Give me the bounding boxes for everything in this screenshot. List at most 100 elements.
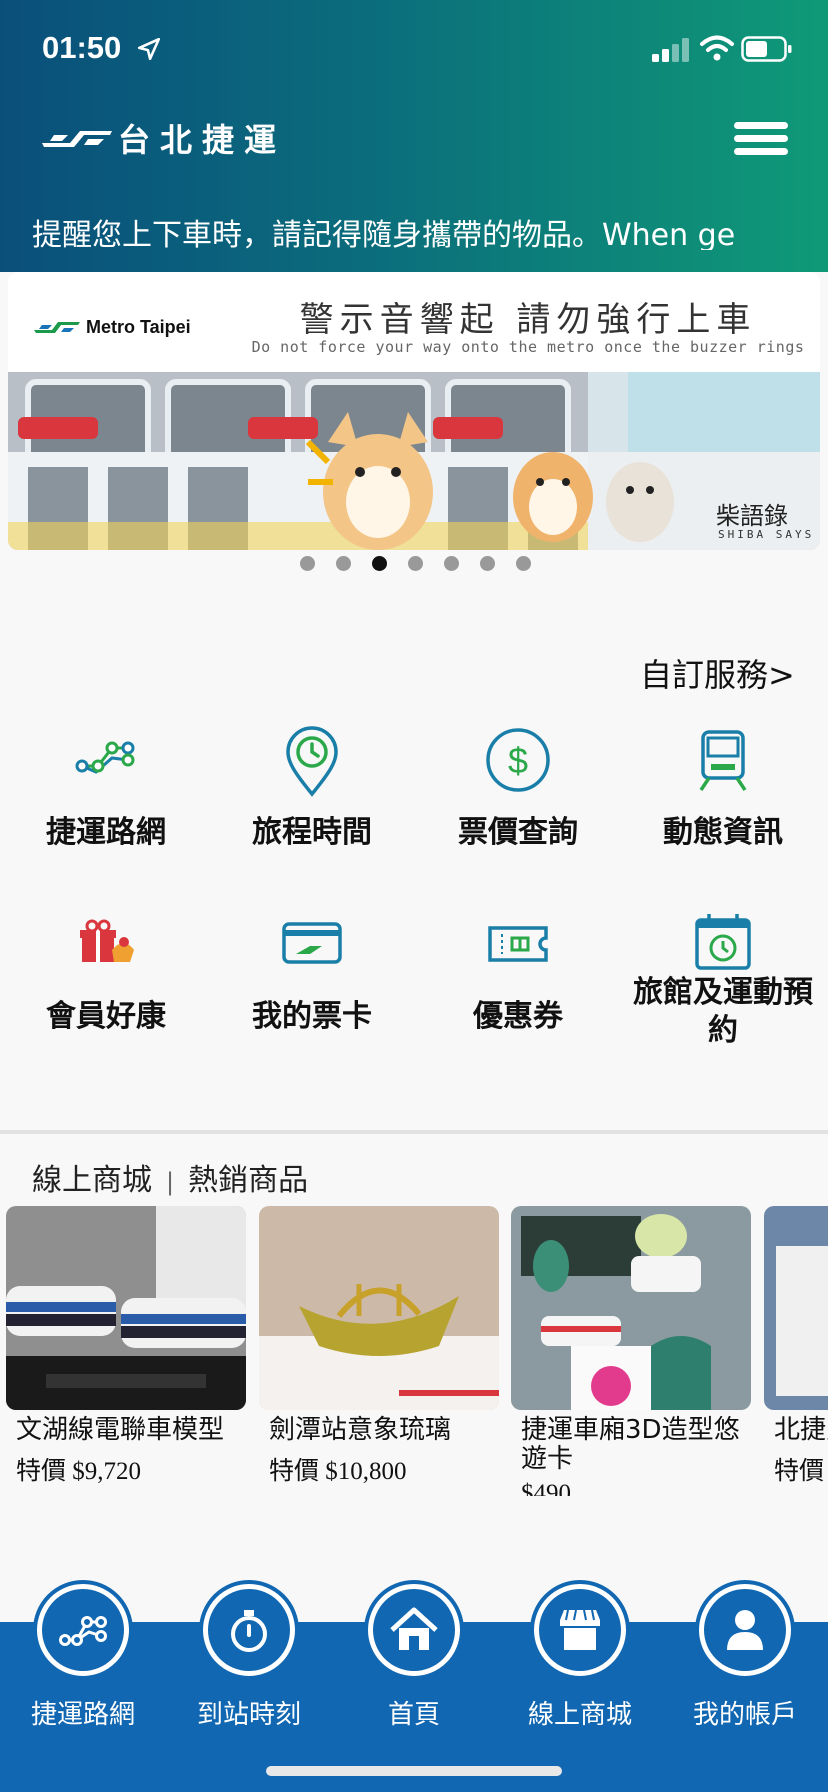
product-name: 北捷曼巴 bbox=[774, 1415, 828, 1445]
service-fare-lookup[interactable]: $ 票價查詢 bbox=[415, 722, 621, 852]
banner-illustration bbox=[8, 372, 820, 550]
banner-series-name: 柴語錄 bbox=[716, 502, 788, 530]
service-route-map[interactable]: 捷運路網 bbox=[3, 722, 209, 852]
service-trip-time[interactable]: 旅程時間 bbox=[209, 722, 415, 852]
service-label: 票價查詢 bbox=[458, 815, 578, 850]
tab-arrival-times[interactable]: 到站時刻 bbox=[166, 1580, 332, 1731]
tab-icon-ring bbox=[199, 1580, 299, 1680]
promo-banner[interactable]: Metro Taipei 警示音響起 請勿強行上車 Do not force y… bbox=[8, 272, 820, 550]
product-name: 文湖線電聯車模型 bbox=[16, 1415, 225, 1445]
banner-brand: Metro Taipei bbox=[34, 316, 191, 338]
wifi-icon bbox=[700, 35, 734, 61]
tab-icon-bg bbox=[373, 1589, 455, 1671]
service-label: 動態資訊 bbox=[663, 815, 783, 850]
carousel-dot[interactable] bbox=[408, 556, 423, 571]
tab-label: 捷運路網 bbox=[30, 1700, 135, 1730]
shop-section-title: 線上商城 | 熱銷商品 bbox=[32, 1155, 308, 1199]
carousel-indicator[interactable] bbox=[300, 556, 531, 571]
banner-brand-text: Metro Taipei bbox=[86, 316, 191, 337]
service-label: 會員好康 bbox=[46, 999, 166, 1034]
product-card[interactable]: 捷運車廂3D造型悠遊卡 $490 bbox=[511, 1206, 751, 1496]
banner-header: Metro Taipei 警示音響起 請勿強行上車 Do not force y… bbox=[8, 272, 820, 372]
tab-icon-bg bbox=[208, 1589, 290, 1671]
shop-title[interactable]: 線上商城 bbox=[32, 1163, 152, 1198]
calendar-clock-icon bbox=[695, 914, 751, 970]
service-member-perks[interactable]: 會員好康 bbox=[3, 906, 209, 1036]
dollar-icon: $ bbox=[486, 728, 550, 792]
logo-text: 台北捷運 bbox=[118, 121, 287, 159]
service-hotel-sports-booking[interactable]: 旅館及運動預約 bbox=[620, 906, 826, 1058]
tab-my-account[interactable]: 我的帳戶 bbox=[662, 1580, 828, 1731]
custom-services-link[interactable]: 自訂服務> bbox=[640, 650, 795, 696]
service-label: 旅館及運動預約 bbox=[633, 975, 813, 1048]
app-header: 01:50 台北捷運 提醒您上下車時，請記得隨身攜帶的物品。When ge bbox=[0, 0, 828, 272]
ticket-card-icon bbox=[282, 922, 342, 964]
service-label: 優惠券 bbox=[473, 999, 563, 1034]
home-indicator[interactable] bbox=[266, 1766, 562, 1776]
train-icon bbox=[699, 730, 747, 791]
metro-taipei-logo[interactable]: 台北捷運 bbox=[40, 118, 287, 159]
clock-pin-icon bbox=[286, 726, 338, 797]
product-card[interactable]: 北捷曼巴 特價 bbox=[764, 1206, 828, 1487]
home-icon bbox=[390, 1607, 438, 1650]
product-image bbox=[511, 1206, 751, 1410]
tab-icon-ring bbox=[364, 1580, 464, 1680]
cellular-signal-icon bbox=[652, 38, 689, 62]
product-price: $490 bbox=[521, 1480, 571, 1496]
route-map-icon bbox=[75, 741, 135, 774]
carousel-dot[interactable] bbox=[444, 556, 459, 571]
service-label: 旅程時間 bbox=[252, 815, 372, 850]
svg-text:$: $ bbox=[508, 740, 528, 781]
tab-icon-ring bbox=[530, 1580, 630, 1680]
service-label: 我的票卡 bbox=[252, 999, 372, 1034]
carousel-dot[interactable] bbox=[516, 556, 531, 571]
shop-title-separator: | bbox=[166, 1168, 175, 1196]
stopwatch-icon bbox=[231, 1610, 267, 1652]
tab-icon-ring bbox=[33, 1580, 133, 1680]
tab-home[interactable]: 首頁 bbox=[331, 1580, 497, 1731]
product-name: 捷運車廂3D造型悠遊卡 bbox=[521, 1415, 740, 1474]
tab-icon-ring bbox=[695, 1580, 795, 1680]
tab-label: 線上商城 bbox=[527, 1700, 632, 1730]
section-divider bbox=[0, 1130, 828, 1134]
location-arrow-icon bbox=[137, 37, 161, 61]
service-coupons[interactable]: 優惠券 bbox=[415, 906, 621, 1036]
tab-icon-bg bbox=[704, 1589, 786, 1671]
banner-series-subtitle: SHIBA SAYS bbox=[718, 528, 815, 541]
tab-label: 到站時刻 bbox=[196, 1700, 301, 1730]
product-price: 特價 $10,800 bbox=[269, 1458, 407, 1485]
carousel-dot-active[interactable] bbox=[372, 556, 387, 571]
product-image bbox=[6, 1206, 246, 1410]
product-price: 特價 bbox=[774, 1458, 825, 1485]
carousel-dot[interactable] bbox=[300, 556, 315, 571]
tab-route-map[interactable]: 捷運路網 bbox=[0, 1580, 166, 1731]
product-image bbox=[259, 1206, 499, 1410]
tab-icon-bg bbox=[539, 1589, 621, 1671]
product-name: 劍潭站意象琉璃 bbox=[269, 1415, 452, 1445]
announcement-marquee[interactable]: 提醒您上下車時，請記得隨身攜帶的物品。When ge bbox=[32, 210, 828, 250]
carousel-dot[interactable] bbox=[336, 556, 351, 571]
shop-icon bbox=[560, 1609, 600, 1650]
service-live-info[interactable]: 動態資訊 bbox=[620, 722, 826, 852]
carousel-dot[interactable] bbox=[480, 556, 495, 571]
tab-label: 我的帳戶 bbox=[692, 1700, 797, 1730]
metro-logo-mark-icon bbox=[42, 131, 112, 147]
tab-label: 首頁 bbox=[387, 1700, 440, 1730]
hamburger-menu-icon[interactable] bbox=[734, 122, 788, 156]
service-my-card[interactable]: 我的票卡 bbox=[209, 906, 415, 1036]
battery-icon bbox=[741, 36, 792, 62]
tab-online-shop[interactable]: 線上商城 bbox=[497, 1580, 663, 1731]
banner-title: 警示音響起 請勿強行上車 bbox=[299, 300, 757, 340]
product-image bbox=[764, 1206, 828, 1410]
product-card[interactable]: 劍潭站意象琉璃 特價 $10,800 bbox=[259, 1206, 499, 1487]
product-carousel[interactable]: 文湖線電聯車模型 特價 $9,720 劍潭站意象琉璃 特價 $10,800 捷運 bbox=[0, 1206, 828, 1496]
metro-taipei-mark-icon bbox=[34, 322, 80, 333]
tab-icon-bg bbox=[42, 1589, 124, 1671]
user-icon bbox=[727, 1610, 763, 1650]
product-price: 特價 $9,720 bbox=[16, 1458, 142, 1485]
product-card[interactable]: 文湖線電聯車模型 特價 $9,720 bbox=[6, 1206, 246, 1487]
gift-icon bbox=[80, 919, 134, 962]
route-map-icon bbox=[59, 1616, 107, 1646]
status-bar: 01:50 bbox=[0, 0, 828, 100]
service-label: 捷運路網 bbox=[46, 815, 166, 850]
